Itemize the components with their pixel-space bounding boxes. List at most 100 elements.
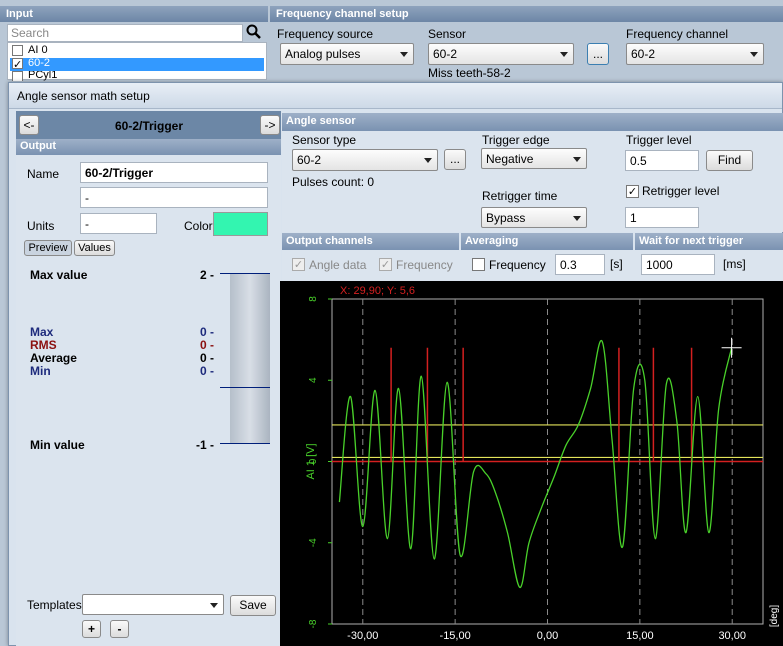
x-tick-label: 15,00	[626, 630, 654, 642]
remove-template-button[interactable]: -	[110, 620, 129, 638]
select-value: 60-2	[433, 47, 458, 61]
units-label: Units	[27, 219, 55, 233]
frequency-output-checkbox[interactable]: ✓	[379, 258, 392, 271]
chevron-down-icon	[424, 158, 432, 163]
stat-rms-label: RMS	[30, 338, 57, 352]
templates-select[interactable]	[82, 594, 224, 615]
x-tick-label: -30,00	[347, 630, 378, 642]
retrigger-level-field[interactable]: 1	[625, 207, 699, 228]
y-tick-label: 4	[308, 377, 319, 383]
freq-source-select[interactable]: Analog pulses	[280, 43, 414, 65]
save-button[interactable]: Save	[230, 595, 276, 616]
stat-max-value: 0 -	[199, 325, 214, 339]
list-item[interactable]: ✓ 60-2	[10, 57, 264, 71]
item-checkbox[interactable]	[12, 71, 23, 81]
list-item[interactable]: PCyl1	[10, 71, 264, 81]
wait-unit: [ms]	[723, 257, 746, 271]
select-value: Bypass	[486, 211, 526, 225]
nav-next-button[interactable]: ->	[260, 115, 280, 135]
signal-series-line	[338, 339, 733, 589]
output-channels-header: Output channels	[282, 233, 459, 250]
stat-avg-value: 0 -	[199, 351, 214, 365]
stat-min-label: Min	[30, 364, 51, 378]
y-tick-label: -4	[308, 538, 319, 547]
frequency-output-label: Frequency	[396, 258, 453, 272]
preview-panel: Max value 2 - Max 0 - RMS 0 - Average 0 …	[24, 257, 274, 457]
stat-avg-label: Average	[30, 351, 77, 365]
retrigger-level-checkbox[interactable]: ✓	[626, 185, 639, 198]
chevron-down-icon	[573, 156, 581, 162]
chevron-down-icon	[400, 52, 408, 57]
min-line	[220, 443, 270, 444]
freq-channel-select[interactable]: 60-2	[626, 43, 764, 65]
trigger-edge-label: Trigger edge	[482, 133, 550, 147]
chevron-down-icon	[750, 52, 758, 57]
nav-prev-button[interactable]: <-	[19, 115, 39, 135]
wait-value-field[interactable]: 1000	[641, 254, 715, 275]
freq-setup-header: Frequency channel setup	[270, 6, 783, 22]
sensor-select[interactable]: 60-2	[428, 43, 574, 65]
max-line	[220, 273, 270, 274]
angle-sensor-header: Angle sensor	[282, 113, 783, 131]
select-value: Negative	[486, 152, 534, 166]
color-label: Color	[184, 219, 213, 233]
tab-preview[interactable]: Preview	[24, 240, 72, 256]
sensor-label: Sensor	[428, 27, 467, 41]
stat-min-value: 0 -	[199, 364, 214, 378]
averaging-frequency-checkbox[interactable]	[472, 258, 485, 271]
search-input[interactable]: Search	[7, 24, 243, 42]
nav-title: 60-2/Trigger	[114, 119, 184, 133]
select-value: 60-2	[297, 153, 322, 167]
freq-channel-label: Frequency channel	[626, 27, 729, 41]
cursor-readout: X: 29,90; Y: 5,6	[340, 285, 416, 297]
sensor-browse-button[interactable]: ...	[587, 43, 609, 65]
trigger-edge-select[interactable]: Negative	[481, 148, 587, 169]
sensor-type-label: Sensor type	[292, 133, 357, 147]
dialog-titlebar[interactable]: Angle sensor math setup	[9, 83, 782, 109]
x-tick-label: 30,00	[718, 630, 746, 642]
list-item-label: AI 0	[28, 44, 48, 56]
averaging-value-field[interactable]: 0.3	[555, 254, 605, 275]
mid-line	[220, 387, 270, 388]
sensor-caption: Miss teeth-58-2	[428, 66, 511, 80]
pulses-count: Pulses count: 0	[292, 175, 375, 189]
find-button[interactable]: Find	[706, 150, 753, 171]
name2-field[interactable]: -	[80, 187, 268, 208]
retrigger-level-label: Retrigger level	[642, 184, 720, 198]
trigger-level-field[interactable]: 0.5	[625, 150, 699, 171]
retrigger-time-label: Retrigger time	[482, 189, 558, 203]
sensor-type-browse-button[interactable]: ...	[444, 149, 466, 170]
chevron-down-icon	[560, 52, 568, 57]
list-item-label: PCyl1	[28, 71, 58, 81]
angle-data-label: Angle data	[309, 258, 367, 272]
name-field[interactable]: 60-2/Trigger	[80, 162, 268, 183]
select-value: 60-2	[631, 47, 656, 61]
input-panel-header: Input	[0, 6, 268, 22]
chevron-down-icon	[210, 602, 218, 608]
averaging-header: Averaging	[461, 233, 633, 250]
sensor-type-select[interactable]: 60-2	[292, 149, 438, 171]
units-field[interactable]: -	[80, 213, 157, 234]
tab-values[interactable]: Values	[74, 240, 115, 256]
chart-area[interactable]: -30,00 -15,00 0,00 15,00 30,00 8 4 0 -4 -8 AI 1 [V…	[280, 281, 783, 646]
averaging-frequency-label: Frequency	[489, 258, 546, 272]
averaging-unit: [s]	[610, 257, 623, 271]
x-axis-label: [deg]	[769, 605, 780, 627]
retrigger-time-select[interactable]: Bypass	[481, 207, 587, 228]
dialog-title: Angle sensor math setup	[17, 89, 150, 103]
y-tick-label: -8	[308, 619, 319, 628]
add-template-button[interactable]: +	[82, 620, 101, 638]
y-tick-label: 8	[308, 296, 319, 302]
y-axis-label: AI 1 [V]	[305, 443, 317, 479]
item-checkbox[interactable]	[12, 45, 23, 56]
templates-label: Templates	[27, 598, 82, 612]
angle-data-checkbox[interactable]: ✓	[292, 258, 305, 271]
color-swatch[interactable]	[213, 212, 268, 236]
search-icon[interactable]	[246, 24, 262, 40]
select-value: Analog pulses	[285, 47, 361, 61]
min-value: -1 -	[196, 438, 214, 452]
item-checkbox[interactable]: ✓	[12, 58, 23, 71]
signal-chart[interactable]: -30,00 -15,00 0,00 15,00 30,00840-4-8AI 1 [V…	[280, 281, 783, 646]
preview-bar	[230, 273, 270, 443]
max-value: 2 -	[199, 268, 214, 282]
